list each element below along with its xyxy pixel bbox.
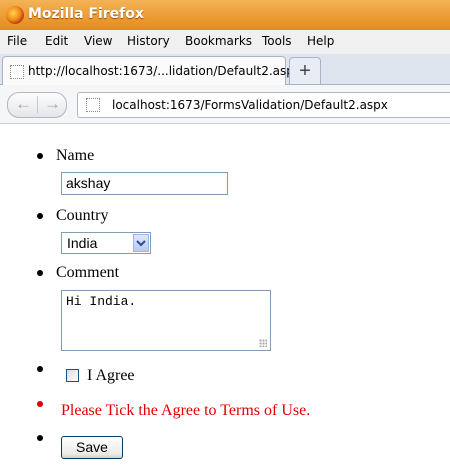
bullet — [37, 153, 43, 159]
country-select[interactable]: India — [61, 232, 151, 254]
comment-label: Comment — [56, 264, 120, 281]
save-button[interactable]: Save — [61, 436, 123, 459]
menu-bookmarks[interactable]: Bookmarks — [185, 34, 252, 48]
tab-default2[interactable]: http://localhost:1673/...lidation/Defaul… — [2, 56, 301, 85]
menu-help[interactable]: Help — [307, 34, 334, 48]
menu-edit[interactable]: Edit — [45, 34, 68, 48]
comment-textarea[interactable]: Hi India. — [61, 290, 271, 351]
bullet — [37, 213, 43, 219]
url-bar[interactable]: localhost:1673/FormsValidation/Default2.… — [77, 92, 450, 118]
menu-history[interactable]: History — [127, 34, 170, 48]
name-input[interactable]: akshay — [61, 172, 228, 195]
back-forward-group: ← → — [7, 92, 67, 118]
agree-checkbox[interactable] — [66, 369, 79, 382]
name-label: Name — [56, 147, 95, 164]
country-label: Country — [56, 207, 109, 224]
forward-arrow-icon[interactable]: → — [44, 94, 61, 114]
url-text: localhost:1673/FormsValidation/Default2.… — [112, 98, 388, 112]
page-icon — [10, 65, 24, 79]
agree-label[interactable]: I Agree — [87, 367, 135, 385]
menu-file[interactable]: File — [7, 34, 27, 48]
title-bar: Mozilla Firefox — [0, 0, 450, 31]
menu-bar: File Edit View History Bookmarks Tools H… — [0, 30, 450, 54]
dropdown-arrow-icon[interactable] — [133, 234, 149, 252]
menu-tools[interactable]: Tools — [262, 34, 292, 48]
country-selected-value: India — [67, 235, 98, 251]
error-bullet — [37, 401, 43, 407]
site-identity-icon[interactable] — [86, 98, 100, 112]
tab-strip: http://localhost:1673/...lidation/Defaul… — [0, 54, 450, 85]
bullet — [37, 270, 43, 276]
new-tab-button[interactable]: + — [289, 57, 321, 85]
menu-view[interactable]: View — [84, 34, 112, 48]
resize-grip-icon[interactable] — [259, 339, 267, 347]
page-content: Name akshay Country India Comment Hi Ind… — [0, 124, 450, 468]
firefox-logo-icon — [6, 6, 24, 24]
error-message: Please Tick the Agree to Terms of Use. — [61, 402, 311, 419]
navigation-toolbar: ← → localhost:1673/FormsValidation/Defau… — [0, 85, 450, 124]
bullet — [37, 366, 43, 372]
divider — [37, 96, 38, 113]
comment-text: Hi India. — [66, 294, 137, 309]
back-arrow-icon[interactable]: ← — [15, 94, 32, 114]
bullet — [37, 435, 43, 441]
window-title: Mozilla Firefox — [28, 6, 144, 22]
tab-label: http://localhost:1673/...lidation/Defaul… — [28, 64, 301, 78]
